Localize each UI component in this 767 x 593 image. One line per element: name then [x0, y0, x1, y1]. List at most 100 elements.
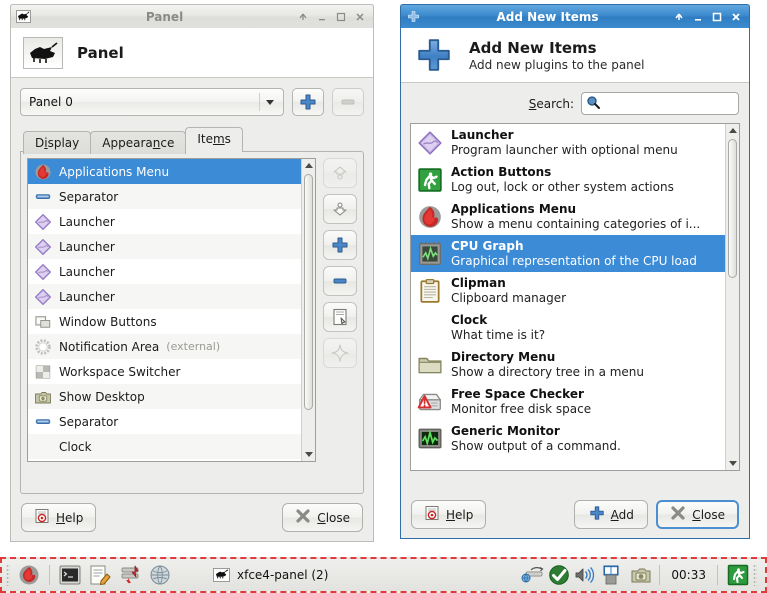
add-button[interactable]: Add — [574, 500, 649, 529]
terminal-icon[interactable] — [57, 562, 83, 588]
plugin-name: Directory Menu — [451, 350, 556, 365]
panel-preferences-window: Panel Panel Panel 0 Display Appearance I… — [10, 4, 374, 542]
panel-item-row[interactable]: Launcher — [28, 284, 301, 309]
search-input[interactable] — [604, 95, 734, 112]
panel-drag-handle[interactable] — [6, 563, 14, 587]
tab-display[interactable]: Display — [23, 131, 92, 154]
item-properties-button[interactable] — [323, 302, 357, 332]
volume-icon[interactable] — [572, 562, 598, 588]
panel-drag-handle[interactable] — [753, 563, 761, 587]
plugin-row[interactable]: Clock What time is it? — [411, 309, 725, 346]
panel-item-row[interactable]: Notification Area (external) — [28, 334, 301, 359]
logout-icon[interactable] — [725, 562, 751, 588]
panel-item-label: Notification Area — [59, 339, 160, 354]
add-panel-button[interactable] — [292, 88, 324, 116]
maximize-button[interactable] — [711, 11, 723, 23]
plugin-row[interactable]: Launcher Program launcher with optional m… — [411, 124, 725, 161]
plugin-description: Show a menu containing categories of i..… — [451, 216, 701, 231]
shade-button[interactable] — [297, 11, 309, 23]
close-button[interactable]: Close — [282, 503, 363, 532]
add-window-titlebar[interactable]: Add New Items — [400, 4, 750, 28]
mouse-icon — [15, 8, 32, 25]
plugin-description: Monitor free disk space — [451, 401, 592, 416]
network-icon[interactable] — [520, 562, 546, 588]
launcher-icon — [34, 238, 52, 256]
panel-window-titlebar[interactable]: Panel — [10, 4, 374, 28]
panel-item-row[interactable]: Workspace Switcher — [28, 359, 301, 384]
close-button[interactable]: Close — [656, 500, 739, 529]
tab-appearance[interactable]: Appearance — [90, 131, 187, 154]
search-field[interactable] — [581, 92, 739, 115]
close-button[interactable] — [730, 11, 742, 23]
file-manager-icon[interactable] — [117, 562, 143, 588]
remove-panel-button[interactable] — [332, 88, 364, 116]
scrollbar-thumb[interactable] — [728, 139, 737, 278]
close-button-label: Close — [317, 510, 350, 525]
plugin-list[interactable]: Launcher Program launcher with optional m… — [410, 123, 740, 471]
plugin-row[interactable]: Free Space Checker Monitor free disk spac… — [411, 383, 725, 420]
applications-menu-icon[interactable] — [16, 562, 42, 588]
move-down-button[interactable] — [323, 194, 357, 224]
plugin-row[interactable]: Applications Menu Show a menu containing … — [411, 198, 725, 235]
scroll-up-button[interactable] — [302, 159, 315, 172]
free-space-checker-icon — [417, 389, 443, 415]
plugin-row[interactable]: Directory Menu Show a directory tree in a… — [411, 346, 725, 383]
plugin-list-scrollbar[interactable] — [725, 124, 739, 470]
taskbar-window-button[interactable]: xfce4-panel (2) — [203, 562, 338, 588]
move-up-button[interactable] — [323, 158, 357, 188]
maximize-button[interactable] — [335, 11, 347, 23]
help-button[interactable]: Help — [411, 500, 487, 529]
panel-item-row[interactable]: Launcher — [28, 259, 301, 284]
add-page-subtitle: Add new plugins to the panel — [469, 57, 645, 72]
panel-items-list[interactable]: Applications Menu Separator Launcher Launch… — [27, 158, 316, 462]
add-item-button[interactable] — [323, 230, 357, 260]
scroll-down-button[interactable] — [726, 457, 739, 470]
scroll-up-button[interactable] — [726, 124, 739, 137]
panel-item-row[interactable]: Show Desktop — [28, 384, 301, 409]
remove-item-button[interactable] — [323, 266, 357, 296]
workspace-switcher-icon[interactable] — [598, 562, 624, 588]
plus-icon — [589, 505, 605, 524]
item-about-button[interactable] — [323, 338, 357, 368]
panel-item-label: Launcher — [59, 214, 115, 229]
panel-item-row[interactable]: Applications Menu — [28, 159, 301, 184]
panel-selector-combo[interactable]: Panel 0 — [20, 88, 284, 116]
panel-items-scrollbar[interactable] — [301, 159, 315, 461]
close-button[interactable] — [354, 11, 366, 23]
panel-page-title: Panel — [77, 43, 124, 62]
plugin-text: Free Space Checker Monitor free disk spac… — [451, 387, 591, 415]
applications-menu-icon — [417, 204, 443, 230]
tab-items[interactable]: Items — [185, 127, 243, 152]
panel-item-row[interactable]: Clock — [28, 434, 301, 459]
panel-header-band: Panel — [11, 28, 373, 78]
plugin-row[interactable]: Generic Monitor Show output of a command. — [411, 420, 725, 457]
panel-item-row[interactable]: Launcher — [28, 209, 301, 234]
panel-window-controls — [297, 11, 368, 23]
search-icon — [586, 95, 600, 112]
web-browser-icon[interactable] — [147, 562, 173, 588]
plugin-row[interactable]: Clipman Clipboard manager — [411, 272, 725, 309]
panel-item-row[interactable]: Launcher — [28, 234, 301, 259]
plugin-row[interactable]: Action Buttons Log out, lock or other sys… — [411, 161, 725, 198]
help-button[interactable]: Help — [21, 503, 97, 532]
panel-item-row[interactable]: Window Buttons — [28, 309, 301, 334]
screenshot-icon[interactable] — [628, 562, 654, 588]
update-icon[interactable] — [546, 562, 572, 588]
help-icon — [34, 508, 50, 527]
text-editor-icon[interactable] — [87, 562, 113, 588]
panel-item-row[interactable]: Separator — [28, 184, 301, 209]
panel-item-label: Separator — [59, 189, 119, 204]
scroll-down-button[interactable] — [302, 448, 315, 461]
taskbar-clock[interactable]: 00:33 — [665, 568, 712, 582]
minimize-button[interactable] — [692, 11, 704, 23]
shade-button[interactable] — [673, 11, 685, 23]
help-icon — [424, 505, 440, 524]
plus-icon — [413, 36, 455, 74]
minimize-button[interactable] — [316, 11, 328, 23]
window-buttons-icon — [34, 313, 52, 331]
panel-item-row[interactable]: Separator — [28, 409, 301, 434]
plugin-rows: Launcher Program launcher with optional m… — [411, 124, 725, 470]
show-desktop-icon — [34, 388, 52, 406]
plugin-row[interactable]: CPU Graph Graphical representation of the… — [411, 235, 725, 272]
scrollbar-thumb[interactable] — [304, 174, 313, 410]
